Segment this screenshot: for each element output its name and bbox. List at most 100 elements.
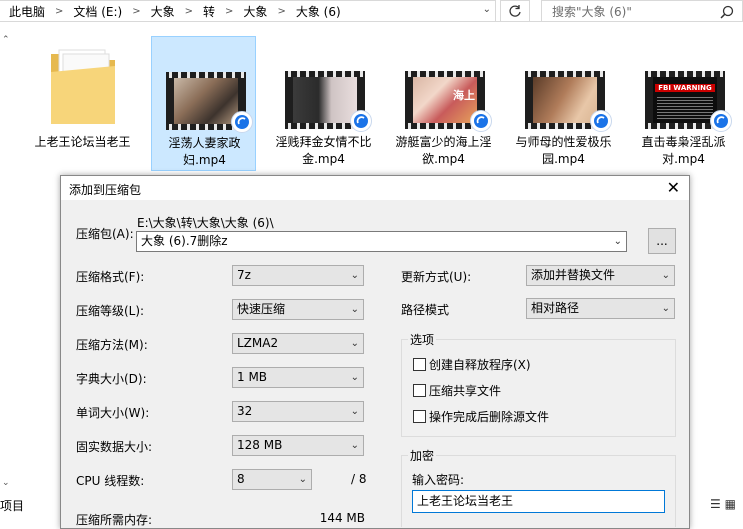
thumbnail-text: 海上 xyxy=(453,89,475,102)
path-mode-select[interactable]: 相对路径 ⌄ xyxy=(526,298,675,319)
archive-name-value: 大象 (6).7删除z xyxy=(141,234,228,248)
sfx-label: 创建自释放程序(X) xyxy=(429,358,531,372)
media-player-icon xyxy=(470,110,492,132)
checkbox-box[interactable] xyxy=(413,384,426,397)
view-toggle[interactable]: ☰ ▦ xyxy=(710,497,736,511)
file-tile[interactable]: 淫贱拜金女情不比金.mp4 xyxy=(271,36,376,171)
format-label: 压缩格式(F): xyxy=(76,270,145,284)
chevron-down-icon: ⌄ xyxy=(350,338,359,349)
cpu-label: CPU 线程数: xyxy=(76,474,145,488)
solid-label: 固实数据大小: xyxy=(76,440,153,454)
sfx-checkbox[interactable]: 创建自释放程序(X) xyxy=(413,356,531,373)
update-value: 添加并替换文件 xyxy=(531,268,616,282)
address-bar: 此电脑 > 文档 (E:) > 大象 > 转 > 大象 > 大象 (6) ⌄ 搜… xyxy=(0,0,743,22)
dict-select[interactable]: 1 MB ⌄ xyxy=(232,367,364,388)
update-select[interactable]: 添加并替换文件 ⌄ xyxy=(526,265,675,286)
level-label: 压缩等级(L): xyxy=(76,304,145,318)
delete-after-label: 操作完成后删除源文件 xyxy=(429,410,550,424)
refresh-button[interactable] xyxy=(500,0,530,22)
path-mode-label: 路径模式 xyxy=(401,303,450,317)
refresh-icon xyxy=(509,5,521,17)
word-value: 32 xyxy=(237,404,253,418)
chevron-right-icon[interactable]: > xyxy=(178,6,200,17)
solid-select[interactable]: 128 MB ⌄ xyxy=(232,435,364,456)
options-group: 选项 创建自释放程序(X) 压缩共享文件 操作完成后删除源文件 xyxy=(401,331,676,437)
checkbox-box[interactable] xyxy=(413,410,426,423)
browse-button[interactable]: ... xyxy=(648,228,676,254)
shared-checkbox[interactable]: 压缩共享文件 xyxy=(413,382,501,399)
details-view-icon[interactable]: ☰ xyxy=(710,497,721,511)
breadcrumb-item[interactable]: 此电脑 xyxy=(6,3,48,20)
file-label: 直击毒枭淫乱派对.mp4 xyxy=(641,135,726,166)
close-icon[interactable]: ✕ xyxy=(667,178,680,197)
breadcrumb-item[interactable]: 文档 (E:) xyxy=(70,3,125,20)
search-input[interactable]: 搜索"大象 (6)" xyxy=(541,0,743,22)
file-label: 与师母的性爱极乐园.mp4 xyxy=(515,135,612,166)
chevron-down-icon[interactable]: ⌄ xyxy=(614,232,622,251)
file-tile[interactable]: 淫荡人妻家政妇.mp4 xyxy=(151,36,256,171)
method-label: 压缩方法(M): xyxy=(76,338,148,352)
file-tile[interactable]: 与师母的性爱极乐园.mp4 xyxy=(511,36,616,171)
chevron-right-icon[interactable]: > xyxy=(218,6,240,17)
file-tile[interactable]: FBI WARNING 直击毒枭淫乱派对.mp4 xyxy=(631,36,736,171)
file-tile[interactable]: 海上 游艇富少的海上淫欲.mp4 xyxy=(391,36,496,171)
chevron-right-icon[interactable]: > xyxy=(48,6,70,17)
scroll-up-icon[interactable]: ⌃ xyxy=(2,35,10,45)
media-player-icon xyxy=(350,110,372,132)
chevron-down-icon: ⌄ xyxy=(661,303,670,314)
chevron-down-icon[interactable]: ⌄ xyxy=(483,4,491,15)
breadcrumb-item[interactable]: 大象 (6) xyxy=(293,3,344,20)
format-value: 7z xyxy=(237,268,251,282)
chevron-down-icon: ⌄ xyxy=(350,440,359,451)
dialog-titlebar: 添加到压缩包 ✕ xyxy=(61,176,689,200)
media-player-icon xyxy=(590,110,612,132)
nav-pane-strip: ⌃ ⌄ xyxy=(0,23,14,505)
scroll-down-icon[interactable]: ⌄ xyxy=(2,478,10,488)
method-select[interactable]: LZMA2 ⌄ xyxy=(232,333,364,354)
dict-value: 1 MB xyxy=(237,370,268,384)
delete-after-checkbox[interactable]: 操作完成后删除源文件 xyxy=(413,408,549,425)
file-label: 上老王论坛当老王 xyxy=(34,135,131,149)
dict-label: 字典大小(D): xyxy=(76,372,147,386)
breadcrumb-item[interactable]: 转 xyxy=(200,3,218,20)
chevron-down-icon: ⌄ xyxy=(298,474,307,485)
options-title: 选项 xyxy=(408,331,437,348)
add-to-archive-dialog: 添加到压缩包 ✕ 压缩包(A): E:\大象\转\大象\大象 (6)\ 大象 (… xyxy=(60,175,690,529)
file-tile[interactable]: 上老王论坛当老王 xyxy=(30,36,135,171)
media-player-icon xyxy=(710,110,732,132)
cpu-select[interactable]: 8 ⌄ xyxy=(232,469,312,490)
path-mode-value: 相对路径 xyxy=(531,301,580,315)
breadcrumb-item[interactable]: 大象 xyxy=(148,3,178,20)
memory-label: 压缩所需内存: xyxy=(76,513,153,527)
update-label: 更新方式(U): xyxy=(401,270,472,284)
search-icon xyxy=(720,5,734,19)
chevron-down-icon: ⌄ xyxy=(350,372,359,383)
chevron-right-icon[interactable]: > xyxy=(270,6,292,17)
chevron-down-icon: ⌄ xyxy=(350,270,359,281)
checkbox-box[interactable] xyxy=(413,358,426,371)
folder-icon xyxy=(51,49,115,124)
thumbnail-text: FBI WARNING xyxy=(655,84,715,92)
archive-name-combo[interactable]: 大象 (6).7删除z ⌄ xyxy=(136,231,627,252)
media-player-icon xyxy=(231,111,253,133)
file-label: 淫贱拜金女情不比金.mp4 xyxy=(275,135,372,166)
format-select[interactable]: 7z ⌄ xyxy=(232,265,364,286)
password-input[interactable]: 上老王论坛当老王 xyxy=(412,490,665,513)
level-value: 快速压缩 xyxy=(237,302,286,316)
password-label: 输入密码: xyxy=(412,473,465,487)
cpu-value: 8 xyxy=(237,472,245,486)
memory-value: 144 MB xyxy=(319,511,365,525)
encryption-group: 加密 输入密码: 上老王论坛当老王 xyxy=(401,447,676,527)
level-select[interactable]: 快速压缩 ⌄ xyxy=(232,299,364,320)
breadcrumb[interactable]: 此电脑 > 文档 (E:) > 大象 > 转 > 大象 > 大象 (6) ⌄ xyxy=(0,0,496,22)
tiles-view-icon[interactable]: ▦ xyxy=(725,497,736,511)
file-label: 淫荡人妻家政妇.mp4 xyxy=(168,136,241,167)
solid-value: 128 MB xyxy=(237,438,283,452)
chevron-right-icon[interactable]: > xyxy=(125,6,147,17)
breadcrumb-item[interactable]: 大象 xyxy=(240,3,270,20)
encryption-title: 加密 xyxy=(408,447,437,464)
archive-label: 压缩包(A): xyxy=(76,227,134,241)
shared-label: 压缩共享文件 xyxy=(429,384,502,398)
word-select[interactable]: 32 ⌄ xyxy=(232,401,364,422)
word-label: 单词大小(W): xyxy=(76,406,150,420)
